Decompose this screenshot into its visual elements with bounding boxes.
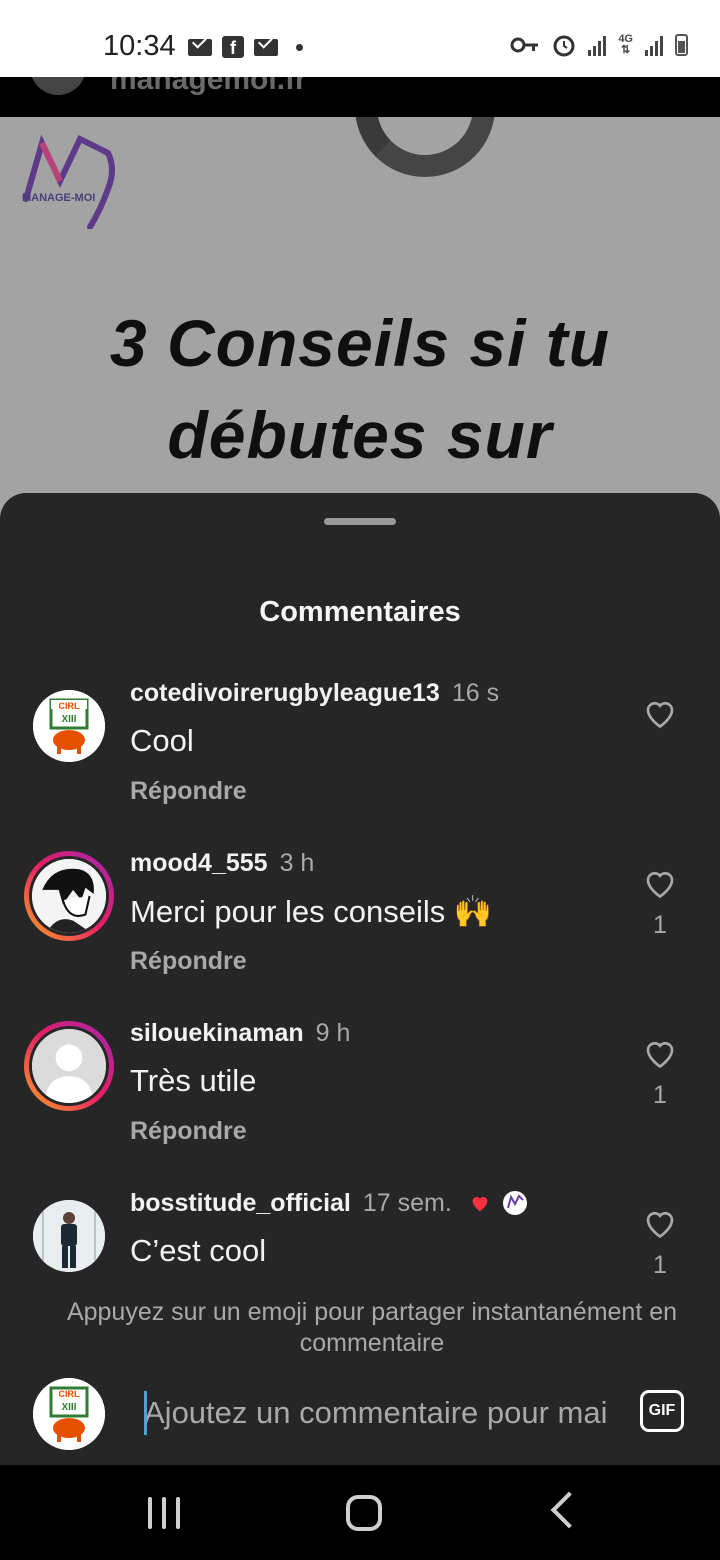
manga-character-icon bbox=[32, 859, 106, 933]
decorative-ring-shape bbox=[355, 117, 495, 177]
emoji-hint-text: Appuyez sur un emoji pour partager insta… bbox=[66, 1298, 678, 1357]
heart-icon[interactable] bbox=[642, 1205, 678, 1241]
comment-text: Très utile bbox=[130, 1063, 257, 1098]
svg-text:MANAGE-MOI: MANAGE-MOI bbox=[22, 192, 95, 204]
network-type-icon: 4G ⇅ bbox=[618, 33, 633, 56]
reply-button[interactable]: Répondre bbox=[130, 777, 247, 806]
comment-item: silouekinaman 9 h Très utile Répondre 1 bbox=[0, 1003, 720, 1153]
avatar-story-ring[interactable] bbox=[24, 851, 114, 941]
avatar-story-ring[interactable] bbox=[24, 1021, 114, 1111]
comment-text: Cool bbox=[130, 723, 194, 758]
system-navigation-bar bbox=[0, 1465, 720, 1560]
notification-icons: f bbox=[188, 36, 303, 58]
sheet-drag-handle[interactable] bbox=[324, 518, 396, 525]
person-photo-icon bbox=[33, 1200, 105, 1272]
more-notifications-dot-icon bbox=[296, 43, 303, 51]
facebook-icon: f bbox=[222, 36, 244, 58]
heart-icon[interactable] bbox=[642, 865, 678, 901]
system-icons: 4G ⇅ bbox=[510, 33, 688, 57]
post-image: MANAGE-MOI 3 Conseils si tu débutes sur bbox=[0, 117, 720, 517]
current-user-avatar: CIRL XIII bbox=[33, 1378, 105, 1450]
comment-composer: CIRL XIII GIF bbox=[0, 1363, 720, 1465]
post-title: 3 Conseils si tu débutes sur bbox=[109, 306, 611, 472]
post-header: managemoi.fr bbox=[0, 57, 720, 117]
email-icon bbox=[188, 38, 212, 56]
comment-text: Merci pour les conseils 🙌 bbox=[130, 894, 493, 929]
svg-text:CIRL: CIRL bbox=[59, 701, 80, 711]
email-icon bbox=[254, 38, 278, 56]
signal-icon bbox=[588, 34, 607, 56]
text-cursor bbox=[144, 1391, 147, 1435]
battery-icon bbox=[675, 34, 688, 56]
avatar[interactable]: CIRL XIII bbox=[33, 690, 105, 762]
alarm-icon bbox=[553, 35, 575, 57]
like-count: 1 bbox=[653, 911, 667, 939]
home-button[interactable] bbox=[346, 1495, 382, 1531]
comment-input[interactable] bbox=[144, 1393, 610, 1433]
recent-apps-button[interactable] bbox=[148, 1497, 180, 1529]
svg-text:XIII: XIII bbox=[61, 714, 76, 725]
svg-text:CIRL: CIRL bbox=[59, 1389, 80, 1399]
comment-time: 16 s bbox=[451, 679, 500, 707]
heart-icon[interactable] bbox=[642, 1035, 678, 1071]
comment-author[interactable]: mood4_555 3 h bbox=[130, 849, 314, 878]
default-avatar-icon bbox=[32, 1029, 106, 1103]
back-button[interactable] bbox=[550, 1491, 588, 1529]
comment-author[interactable]: silouekinaman 9 h bbox=[130, 1019, 350, 1048]
reply-button[interactable]: Répondre bbox=[130, 1117, 247, 1146]
like-count: 1 bbox=[653, 1251, 667, 1279]
sheet-title: Commentaires bbox=[259, 596, 461, 628]
comment-time: 17 sem. bbox=[362, 1189, 452, 1217]
manage-moi-logo: MANAGE-MOI bbox=[22, 134, 115, 229]
comment-time: 3 h bbox=[279, 849, 315, 877]
clock: 10:34 bbox=[103, 30, 176, 62]
comment-time: 9 h bbox=[315, 1019, 351, 1047]
comment-author[interactable]: bosstitude_official 17 sem. bbox=[130, 1189, 528, 1218]
heart-icon[interactable] bbox=[642, 695, 678, 731]
comment-author[interactable]: cotedivoirerugbyleague13 16 s bbox=[130, 679, 499, 708]
svg-text:XIII: XIII bbox=[61, 1402, 76, 1413]
comment-item: CIRL XIII cotedivoirerugbyleague13 16 s C… bbox=[0, 663, 720, 813]
like-count: 1 bbox=[653, 1081, 667, 1109]
comment-item: mood4_555 3 h Merci pour les conseils 🙌 R… bbox=[0, 833, 720, 983]
creator-avatar-icon bbox=[502, 1191, 527, 1215]
comments-sheet: Commentaires CIRL XIII cotedivoirerugbyl… bbox=[0, 493, 720, 1465]
cirl-xiii-logo-icon: CIRL XIII bbox=[33, 690, 105, 762]
gif-button[interactable]: GIF bbox=[640, 1390, 684, 1432]
creator-liked-heart-icon bbox=[472, 1197, 488, 1212]
cirl-xiii-logo-icon: CIRL XIII bbox=[33, 1378, 105, 1450]
comment-text: C’est cool bbox=[130, 1233, 267, 1268]
reply-button[interactable]: Répondre bbox=[130, 947, 247, 976]
avatar[interactable] bbox=[33, 1200, 105, 1272]
key-icon bbox=[510, 37, 539, 53]
signal-icon-2 bbox=[645, 34, 663, 56]
status-bar: 10:34 f 4G ⇅ bbox=[0, 0, 720, 77]
